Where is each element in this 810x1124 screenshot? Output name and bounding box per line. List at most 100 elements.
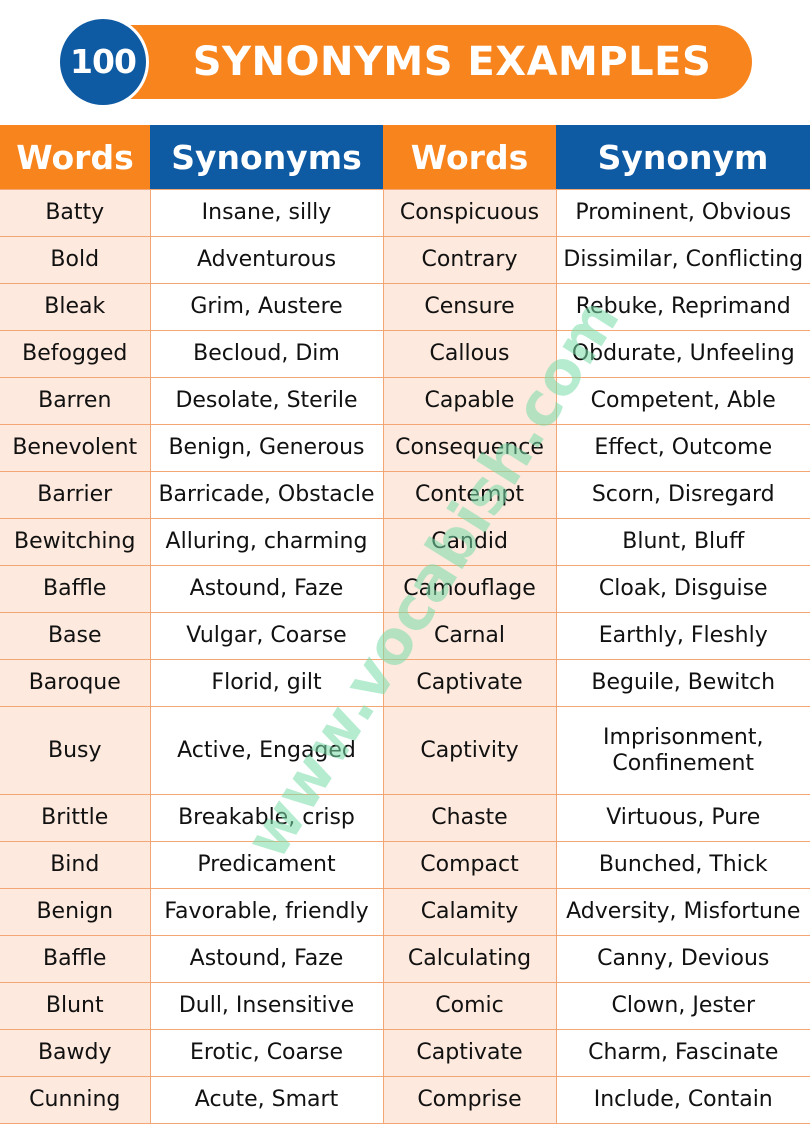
- synonym-cell: Blunt, Bluff: [555, 518, 810, 566]
- word-cell: Bleak: [0, 283, 151, 331]
- synonym-cell: Obdurate, Unfeeling: [555, 330, 810, 378]
- synonym-cell: Rebuke, Reprimand: [555, 283, 810, 331]
- synonym-cell: Favorable, friendly: [149, 888, 384, 936]
- table-row: Busy Active, Engaged Captivity Imprisonment…: [0, 706, 810, 795]
- synonym-cell: Dull, Insensitive: [149, 982, 384, 1030]
- word-cell: Captivity: [382, 706, 557, 795]
- table-row: Baffle Astound, Faze Calculating Canny, Dev…: [0, 935, 810, 983]
- synonym-cell: Imprisonment, Confinement: [555, 706, 810, 795]
- word-cell: Busy: [0, 706, 151, 795]
- table-row: Bawdy Erotic, Coarse Captivate Charm, Fasci…: [0, 1029, 810, 1077]
- synonym-cell: Becloud, Dim: [149, 330, 384, 378]
- synonym-cell: Prominent, Obvious: [555, 189, 810, 237]
- synonym-cell: Desolate, Sterile: [149, 377, 384, 425]
- table-row: Baroque Florid, gilt Captivate Beguile, Bew…: [0, 659, 810, 707]
- word-cell: Capable: [382, 377, 557, 425]
- synonym-cell: Active, Engaged: [149, 706, 384, 795]
- synonym-cell: Virtuous, Pure: [555, 794, 810, 842]
- word-cell: Cunning: [0, 1076, 151, 1124]
- word-cell: Bewitching: [0, 518, 151, 566]
- table-row: Barrier Barricade, Obstacle Contempt Scorn,…: [0, 471, 810, 519]
- table-row: Barren Desolate, Sterile Capable Competent,…: [0, 377, 810, 425]
- synonym-cell: Erotic, Coarse: [149, 1029, 384, 1077]
- synonym-cell: Effect, Outcome: [555, 424, 810, 472]
- header-words-1: Words: [0, 125, 150, 190]
- table-row: Baffle Astound, Faze Camouflage Cloak, Disg…: [0, 565, 810, 613]
- page-title: SYNONYMS EXAMPLES: [192, 39, 712, 85]
- synonym-cell: Astound, Faze: [149, 565, 384, 613]
- table-row: Brittle Breakable, crisp Chaste Virtuous, P…: [0, 794, 810, 842]
- title-banner: 100 SYNONYMS EXAMPLES: [57, 16, 752, 108]
- synonym-cell: Benign, Generous: [149, 424, 384, 472]
- word-cell: Brittle: [0, 794, 151, 842]
- table-row: Cunning Acute, Smart Comprise Include, Cont…: [0, 1076, 810, 1124]
- word-cell: Bind: [0, 841, 151, 889]
- word-cell: Benevolent: [0, 424, 151, 472]
- synonym-cell: Bunched, Thick: [555, 841, 810, 889]
- word-cell: Barren: [0, 377, 151, 425]
- table-row: Bind Predicament Compact Bunched, Thick: [0, 841, 810, 889]
- title-pill: SYNONYMS EXAMPLES: [92, 25, 752, 99]
- word-cell: Calculating: [382, 935, 557, 983]
- word-cell: Chaste: [382, 794, 557, 842]
- synonym-cell: Charm, Fascinate: [555, 1029, 810, 1077]
- word-cell: Carnal: [382, 612, 557, 660]
- synonym-cell: Cloak, Disguise: [555, 565, 810, 613]
- table-row: Base Vulgar, Coarse Carnal Earthly, Fleshly: [0, 612, 810, 660]
- synonym-cell: Canny, Devious: [555, 935, 810, 983]
- table-row: Befogged Becloud, Dim Callous Obdurate, Unf…: [0, 330, 810, 378]
- header-words-2: Words: [383, 125, 556, 190]
- table-row: Bewitching Alluring, charming Candid Blunt,…: [0, 518, 810, 566]
- word-cell: Baffle: [0, 565, 151, 613]
- table-row: Benign Favorable, friendly Calamity Adversi…: [0, 888, 810, 936]
- table-row: Bold Adventurous Contrary Dissimilar, Confl…: [0, 236, 810, 284]
- word-cell: Censure: [382, 283, 557, 331]
- word-cell: Conspicuous: [382, 189, 557, 237]
- word-cell: Calamity: [382, 888, 557, 936]
- synonym-cell: Acute, Smart: [149, 1076, 384, 1124]
- synonym-cell: Adventurous: [149, 236, 384, 284]
- synonym-cell: Breakable, crisp: [149, 794, 384, 842]
- table-row: Benevolent Benign, Generous Consequence Eff…: [0, 424, 810, 472]
- word-cell: Callous: [382, 330, 557, 378]
- word-cell: Blunt: [0, 982, 151, 1030]
- table-header-row: Words Synonyms Words Synonym: [0, 125, 810, 190]
- synonym-cell: Include, Contain: [555, 1076, 810, 1124]
- word-cell: Base: [0, 612, 151, 660]
- synonym-cell: Predicament: [149, 841, 384, 889]
- synonym-cell: Grim, Austere: [149, 283, 384, 331]
- word-cell: Batty: [0, 189, 151, 237]
- word-cell: Befogged: [0, 330, 151, 378]
- synonyms-table: Words Synonyms Words Synonym Batty Insane…: [0, 125, 810, 1124]
- synonym-cell: Florid, gilt: [149, 659, 384, 707]
- synonym-cell: Clown, Jester: [555, 982, 810, 1030]
- word-cell: Captivate: [382, 659, 557, 707]
- word-cell: Bold: [0, 236, 151, 284]
- table-body: Batty Insane, silly Conspicuous Prominent, …: [0, 189, 810, 1124]
- table-row: Blunt Dull, Insensitive Comic Clown, Jester: [0, 982, 810, 1030]
- word-cell: Captivate: [382, 1029, 557, 1077]
- synonym-cell: Competent, Able: [555, 377, 810, 425]
- word-cell: Comprise: [382, 1076, 557, 1124]
- synonym-cell: Barricade, Obstacle: [149, 471, 384, 519]
- count-badge: 100: [57, 16, 149, 108]
- word-cell: Baroque: [0, 659, 151, 707]
- word-cell: Camouflage: [382, 565, 557, 613]
- synonym-cell: Scorn, Disregard: [555, 471, 810, 519]
- synonym-cell: Astound, Faze: [149, 935, 384, 983]
- synonym-cell: Alluring, charming: [149, 518, 384, 566]
- word-cell: Compact: [382, 841, 557, 889]
- synonym-cell: Vulgar, Coarse: [149, 612, 384, 660]
- synonym-cell: Beguile, Bewitch: [555, 659, 810, 707]
- header-synonyms-2: Synonym: [556, 125, 810, 190]
- word-cell: Contrary: [382, 236, 557, 284]
- word-cell: Contempt: [382, 471, 557, 519]
- word-cell: Bawdy: [0, 1029, 151, 1077]
- word-cell: Candid: [382, 518, 557, 566]
- synonym-cell: Adversity, Misfortune: [555, 888, 810, 936]
- word-cell: Consequence: [382, 424, 557, 472]
- word-cell: Comic: [382, 982, 557, 1030]
- synonym-cell: Insane, silly: [149, 189, 384, 237]
- word-cell: Benign: [0, 888, 151, 936]
- table-row: Batty Insane, silly Conspicuous Prominent, …: [0, 189, 810, 237]
